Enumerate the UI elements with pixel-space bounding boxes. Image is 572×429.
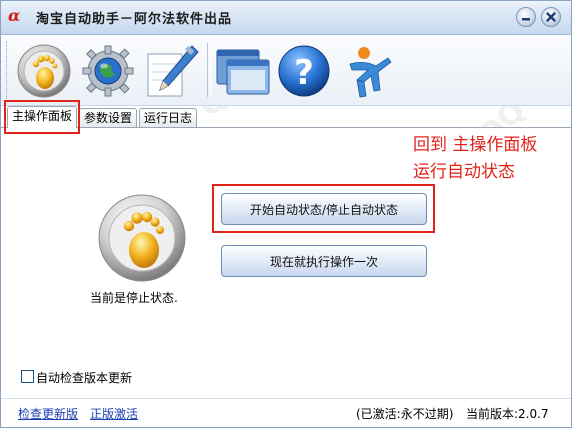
tab-main-panel[interactable]: 主操作面板 (7, 106, 77, 128)
tab-run-log[interactable]: 运行日志 (139, 108, 197, 127)
app-logo-icon: α (8, 6, 21, 25)
run-once-button[interactable]: 现在就执行操作一次 (221, 245, 427, 277)
toolbar-grip (6, 41, 10, 99)
toolbar-separator (207, 43, 211, 97)
minimize-button[interactable] (516, 7, 536, 27)
app-window: QQTN QQTN QQTN QQTN QQTN QQTN QQTN α 淘宝自… (0, 0, 572, 429)
activation-status: (已激活:永不过期) (356, 407, 454, 421)
check-update-link[interactable]: 检查更新版 (18, 405, 78, 422)
annotation-text: 回到 主操作面板 运行自动状态 (413, 132, 537, 186)
status-text: 当前是停止状态. (90, 291, 178, 305)
version-text: 当前版本:2.0.7 (466, 407, 549, 421)
minimize-icon (522, 18, 530, 21)
about-runner-icon[interactable] (340, 40, 400, 102)
start-stop-icon[interactable] (14, 40, 74, 102)
svg-text:?: ? (294, 53, 314, 93)
title-bar[interactable]: α 淘宝自动助手－阿尔法软件出品 (0, 0, 572, 35)
edit-pen-icon[interactable] (142, 40, 202, 102)
toolbar: ? (0, 35, 572, 106)
footer: 检查更新版 正版激活 (已激活:永不过期) 当前版本:2.0.7 (0, 398, 572, 429)
status-foot-icon (96, 190, 188, 286)
annotation-highlight-button (212, 184, 435, 233)
close-button[interactable] (541, 7, 561, 27)
close-icon (546, 12, 556, 22)
auto-update-checkbox-label[interactable]: 自动检查版本更新 (36, 369, 132, 386)
annotation-line-1: 回到 主操作面板 (413, 135, 538, 155)
windows-icon[interactable] (213, 40, 273, 102)
help-icon[interactable]: ? (274, 40, 334, 102)
auto-update-checkbox[interactable] (21, 370, 34, 383)
annotation-line-2: 运行自动状态 (413, 162, 515, 182)
activate-link[interactable]: 正版激活 (90, 405, 138, 422)
tab-parameter-settings[interactable]: 参数设置 (79, 108, 137, 127)
tab-strip: 主操作面板 参数设置 运行日志 (0, 106, 572, 128)
window-title: 淘宝自动助手－阿尔法软件出品 (36, 12, 233, 27)
settings-gear-icon[interactable] (78, 40, 138, 102)
